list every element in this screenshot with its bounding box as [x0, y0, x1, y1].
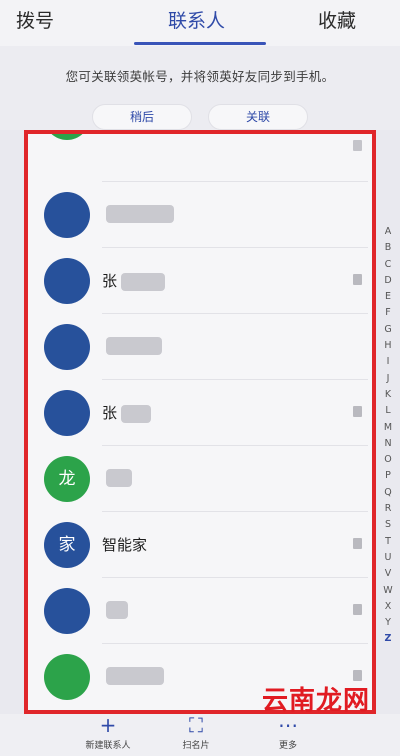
index-letter-a[interactable]: A: [380, 226, 396, 242]
contact-list[interactable]: 张 张 龙 家 智能家: [24, 130, 376, 714]
redacted-text: [121, 404, 152, 423]
list-item[interactable]: [24, 578, 376, 644]
index-letter-n[interactable]: N: [380, 438, 396, 454]
contact-card-icon: [353, 140, 362, 151]
scan-card-button[interactable]: ⛶ 扫名片: [156, 714, 236, 751]
index-letter-s[interactable]: S: [380, 519, 396, 535]
list-item[interactable]: 张: [24, 248, 376, 314]
index-letter-c[interactable]: C: [380, 259, 396, 275]
index-letter-k[interactable]: K: [380, 389, 396, 405]
more-label: 更多: [278, 741, 297, 751]
index-letter-z[interactable]: Z: [380, 633, 396, 649]
index-letter-q[interactable]: Q: [380, 487, 396, 503]
avatar: [44, 130, 90, 140]
contact-name: 张: [102, 402, 152, 423]
avatar: [44, 654, 90, 700]
index-letter-t[interactable]: T: [380, 536, 396, 552]
tab-dial[interactable]: 拨号: [16, 6, 54, 33]
index-letter-p[interactable]: P: [380, 470, 396, 486]
watermark: 云南龙网: [262, 686, 371, 716]
index-letter-o[interactable]: O: [380, 454, 396, 470]
tab-bar: 拨号 联系人 收藏: [0, 0, 400, 46]
index-letter-v[interactable]: V: [380, 568, 396, 584]
more-button[interactable]: ⋯ 更多: [248, 714, 328, 751]
redacted-text: [121, 272, 166, 291]
redacted-text: [106, 666, 164, 685]
avatar: [44, 324, 90, 370]
contact-card-icon: [353, 274, 362, 285]
list-item[interactable]: 张: [24, 380, 376, 446]
list-item[interactable]: 家 智能家: [24, 512, 376, 578]
avatar: [44, 588, 90, 634]
list-item[interactable]: [24, 314, 376, 380]
index-letter-b[interactable]: B: [380, 242, 396, 258]
contact-name: [102, 204, 174, 223]
banner-message: 您可关联领英帐号，并将领英好友同步到手机。: [65, 69, 335, 84]
index-letter-y[interactable]: Y: [380, 617, 396, 633]
new-contact-label: 新建联系人: [85, 741, 131, 751]
index-letter-l[interactable]: L: [380, 405, 396, 421]
index-letter-i[interactable]: I: [380, 356, 396, 372]
tab-favorites[interactable]: 收藏: [318, 6, 356, 33]
redacted-text: [106, 468, 132, 487]
contact-card-icon: [353, 406, 362, 417]
scan-card-label: 扫名片: [182, 741, 210, 751]
linkedin-banner: 您可关联领英帐号，并将领英好友同步到手机。 稍后 关联: [0, 46, 400, 130]
avatar: [44, 258, 90, 304]
scan-icon: ⛶: [189, 713, 203, 737]
list-item[interactable]: 龙: [24, 446, 376, 512]
list-item[interactable]: [24, 182, 376, 248]
alphabet-index[interactable]: ABCDEFGHIJKLMNOPQRSTUVWXYZ: [380, 226, 396, 650]
contact-name: [102, 468, 132, 487]
index-letter-u[interactable]: U: [380, 552, 396, 568]
index-letter-e[interactable]: E: [380, 291, 396, 307]
contact-name: 智能家: [102, 536, 148, 554]
new-contact-button[interactable]: + 新建联系人: [68, 714, 148, 751]
redacted-text: [106, 600, 128, 619]
contact-card-icon: [353, 604, 362, 615]
index-letter-d[interactable]: D: [380, 275, 396, 291]
contact-name: [102, 666, 164, 685]
tab-active-indicator: [134, 42, 266, 45]
index-letter-j[interactable]: J: [380, 373, 396, 389]
contact-name: [102, 336, 162, 355]
index-letter-x[interactable]: X: [380, 601, 396, 617]
avatar: 家: [44, 522, 90, 568]
index-letter-h[interactable]: H: [380, 340, 396, 356]
contact-name: [102, 600, 128, 619]
contact-name: 张: [102, 270, 166, 291]
list-item[interactable]: [24, 130, 376, 182]
later-button[interactable]: 稍后: [92, 104, 192, 130]
bottom-toolbar: + 新建联系人 ⛶ 扫名片 ⋯ 更多: [0, 714, 400, 756]
avatar: [44, 192, 90, 238]
contact-card-icon: [353, 538, 362, 549]
index-letter-f[interactable]: F: [380, 307, 396, 323]
index-letter-m[interactable]: M: [380, 422, 396, 438]
plus-icon: +: [99, 713, 117, 737]
index-letter-g[interactable]: G: [380, 324, 396, 340]
index-letter-w[interactable]: W: [380, 585, 396, 601]
more-icon: ⋯: [278, 713, 298, 737]
tab-contacts[interactable]: 联系人: [168, 6, 225, 33]
avatar: 龙: [44, 456, 90, 502]
avatar: [44, 390, 90, 436]
redacted-text: [106, 336, 162, 355]
link-button[interactable]: 关联: [208, 104, 308, 130]
redacted-text: [106, 204, 174, 223]
index-letter-r[interactable]: R: [380, 503, 396, 519]
